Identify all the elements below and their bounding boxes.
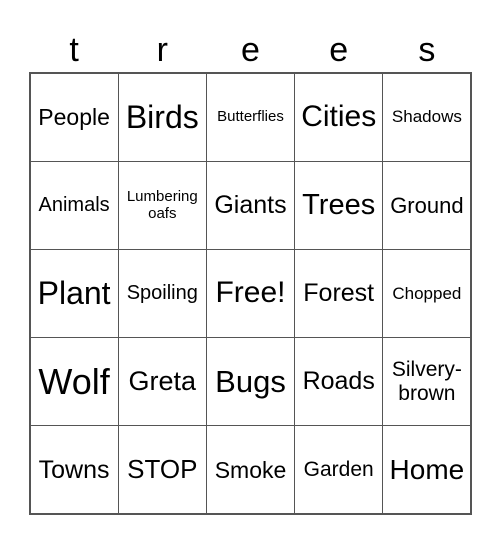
header-letter: t (69, 31, 79, 69)
bingo-cell[interactable]: Wolf (29, 337, 119, 427)
bingo-cell[interactable]: Animals (29, 160, 119, 250)
bingo-cell[interactable]: Shadows (382, 72, 472, 162)
bingo-cell[interactable]: Trees (294, 160, 384, 250)
bingo-cell[interactable]: Cities (294, 72, 384, 162)
bingo-cell[interactable]: Greta (117, 337, 207, 427)
bingo-cell[interactable]: Lumbering oafs (117, 160, 207, 250)
bingo-cell[interactable]: Butterflies (205, 72, 296, 162)
bingo-cell[interactable]: People (29, 72, 119, 162)
bingo-cell[interactable]: Smoke (205, 425, 296, 515)
bingo-cell[interactable]: Ground (382, 160, 472, 250)
bingo-grid: People Birds Butterflies Cities Shadows Anima… (29, 72, 472, 515)
bingo-cell[interactable]: Bugs (205, 337, 296, 427)
bingo-cell[interactable]: Free! (205, 248, 296, 339)
bingo-cell[interactable]: Birds (117, 72, 207, 162)
header-letter: r (156, 31, 168, 69)
bingo-cell[interactable]: Plant (29, 248, 119, 339)
bingo-cell[interactable]: Towns (29, 425, 119, 515)
bingo-cell[interactable]: Spoiling (117, 248, 207, 339)
bingo-cell[interactable]: Forest (294, 248, 384, 339)
bingo-cell[interactable]: Giants (205, 160, 296, 250)
header-letter: e (329, 31, 349, 69)
bingo-cell[interactable]: Chopped (382, 248, 472, 339)
bingo-cell[interactable]: Silvery-brown (382, 337, 472, 427)
bingo-cell[interactable]: Roads (294, 337, 384, 427)
bingo-cell[interactable]: Home (382, 425, 472, 515)
header-letter: e (241, 31, 260, 69)
bingo-header: t r e e s (30, 28, 471, 72)
bingo-cell[interactable]: Garden (294, 425, 384, 515)
header-letter: s (418, 31, 436, 69)
bingo-cell[interactable]: STOP (117, 425, 207, 515)
